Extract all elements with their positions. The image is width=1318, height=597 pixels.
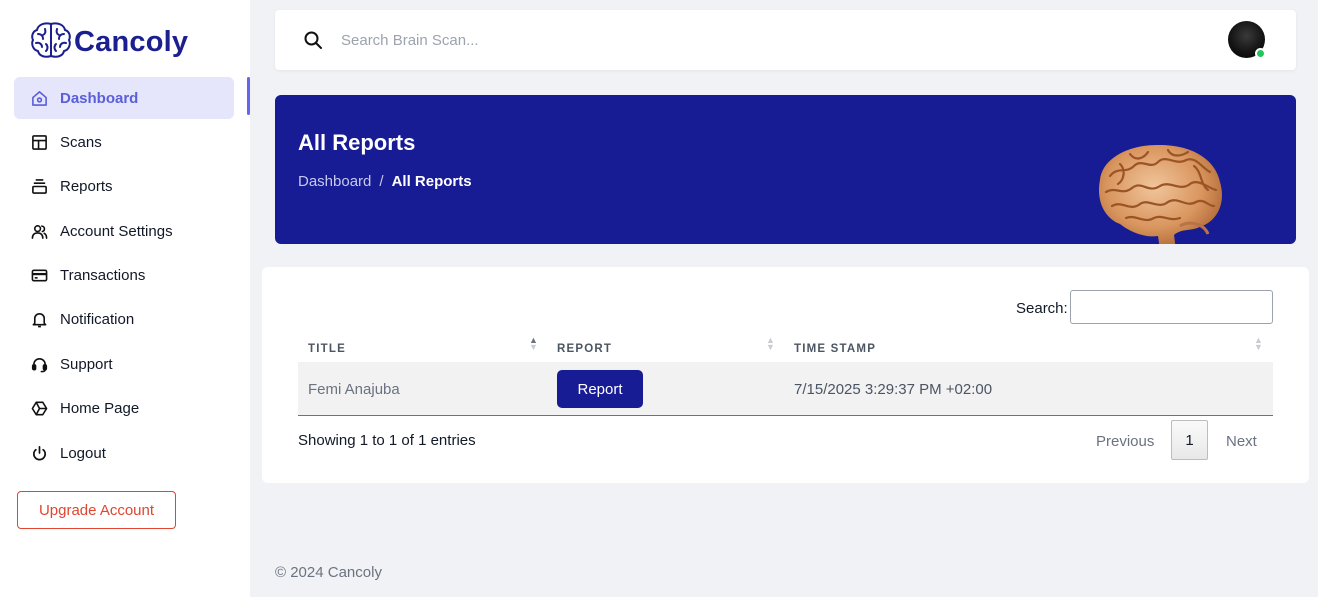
- footer-copyright: © 2024 Cancoly: [275, 564, 382, 581]
- sidebar-item-transactions[interactable]: Transactions: [14, 255, 234, 297]
- layout-icon: [30, 133, 48, 151]
- app-name: Cancoly: [74, 26, 189, 58]
- pagination-previous[interactable]: Previous: [1096, 433, 1154, 450]
- breadcrumb-current: All Reports: [391, 173, 472, 190]
- column-header-title[interactable]: TITLE: [308, 343, 346, 355]
- sort-icon[interactable]: ▲ ▼: [766, 336, 775, 352]
- sidebar-item-dashboard[interactable]: Dashboard: [14, 77, 250, 119]
- online-status-indicator: [1255, 48, 1266, 59]
- credit-card-icon: [30, 267, 48, 285]
- breadcrumb-dashboard-link[interactable]: Dashboard: [298, 173, 371, 190]
- reports-table-card: Search: TITLE ▲ ▼ REPORT ▲ ▼ TIME STAMP ▲ ▼…: [262, 267, 1309, 483]
- row-title: Femi Anajuba: [308, 381, 400, 398]
- sidebar: Cancoly Dashboard Scans Reports Account …: [0, 0, 250, 597]
- hexagon-icon: [30, 400, 48, 418]
- report-button[interactable]: Report: [557, 370, 643, 408]
- sidebar-item-label: Home Page: [60, 400, 140, 418]
- bell-icon: [30, 311, 48, 329]
- sort-icon[interactable]: ▲ ▼: [529, 336, 538, 352]
- column-header-time-stamp[interactable]: TIME STAMP: [794, 343, 876, 355]
- sidebar-item-label: Support: [60, 355, 113, 373]
- brain-scan-search-input[interactable]: [341, 28, 941, 52]
- table-search-input[interactable]: [1070, 290, 1273, 324]
- breadcrumb: Dashboard / All Reports: [298, 173, 472, 190]
- sidebar-nav: Dashboard Scans Reports Account Settings…: [14, 77, 250, 477]
- sidebar-item-label: Dashboard: [60, 89, 139, 107]
- sidebar-item-label: Notification: [60, 311, 135, 329]
- sidebar-item-label: Scans: [60, 133, 102, 151]
- brain-illustration: [1099, 144, 1222, 244]
- headset-icon: [30, 355, 48, 373]
- stack-icon: [30, 178, 48, 196]
- table-header: TITLE ▲ ▼ REPORT ▲ ▼ TIME STAMP ▲ ▼: [298, 331, 1273, 365]
- sidebar-item-home-page[interactable]: Home Page: [14, 388, 234, 430]
- breadcrumb-separator: /: [379, 173, 384, 190]
- top-search-bar: [275, 10, 1296, 70]
- app-logo[interactable]: Cancoly: [30, 20, 188, 65]
- sidebar-item-logout[interactable]: Logout: [14, 432, 234, 474]
- table-row: Femi Anajuba Report 7/15/2025 3:29:37 PM…: [298, 362, 1273, 416]
- upgrade-account-button[interactable]: Upgrade Account: [17, 491, 176, 529]
- sidebar-item-label: Account Settings: [60, 222, 173, 240]
- sidebar-item-label: Transactions: [60, 267, 146, 285]
- sidebar-item-account-settings[interactable]: Account Settings: [14, 210, 234, 252]
- row-timestamp: 7/15/2025 3:29:37 PM +02:00: [794, 381, 993, 398]
- page-banner: All Reports Dashboard / All Reports: [275, 95, 1296, 244]
- home-icon: [30, 89, 48, 107]
- search-icon[interactable]: [303, 30, 323, 50]
- sidebar-item-label: Logout: [60, 444, 106, 462]
- sidebar-item-notification[interactable]: Notification: [14, 299, 234, 341]
- sort-icon[interactable]: ▲ ▼: [1254, 336, 1263, 352]
- pagination-page-1[interactable]: 1: [1171, 420, 1208, 460]
- sidebar-item-support[interactable]: Support: [14, 343, 234, 385]
- users-icon: [30, 222, 48, 240]
- page-title: All Reports: [298, 130, 416, 155]
- column-header-report[interactable]: REPORT: [557, 343, 612, 355]
- sidebar-item-reports[interactable]: Reports: [14, 166, 234, 208]
- avatar[interactable]: [1228, 21, 1266, 59]
- brain-icon: [30, 20, 72, 65]
- sidebar-item-label: Reports: [60, 178, 113, 196]
- sidebar-item-scans[interactable]: Scans: [14, 121, 234, 163]
- pagination-next[interactable]: Next: [1226, 433, 1257, 450]
- table-info: Showing 1 to 1 of 1 entries: [298, 432, 476, 449]
- table-search-label: Search:: [1016, 300, 1068, 317]
- power-icon: [30, 444, 48, 462]
